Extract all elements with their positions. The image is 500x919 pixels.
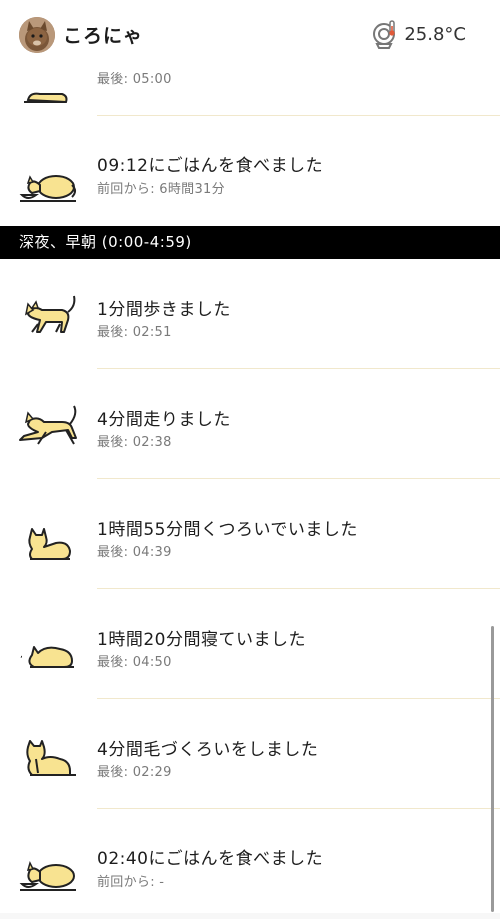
item-title: 4分間走りました — [97, 410, 231, 430]
list-item[interactable]: 4分間毛づくろいをしました 最後: 02:29 — [0, 699, 500, 809]
item-title: 1分間歩きました — [97, 300, 231, 320]
activity-screen: 最後: 05:00 09:12にごはんを食べました 前回から: 6時間31分 深… — [0, 0, 500, 919]
cat-eating-icon — [19, 860, 76, 891]
item-subtitle: 最後: 02:38 — [97, 435, 172, 450]
avatar-image — [19, 17, 55, 53]
cat-relaxing-icon — [28, 528, 71, 560]
cat-running-icon — [19, 405, 77, 445]
item-title: 4分間毛づくろいをしました — [97, 740, 319, 760]
item-subtitle: 最後: 02:51 — [97, 325, 172, 340]
item-title: 02:40にごはんを食べました — [97, 849, 324, 869]
temperature-display[interactable]: 25.8°C — [372, 18, 466, 50]
cat-avatar-icon[interactable] — [19, 17, 55, 53]
item-subtitle: 前回から: - — [97, 875, 165, 890]
temperature-value: 25.8°C — [404, 23, 466, 45]
list-item[interactable]: 4分間走りました 最後: 02:38 — [0, 369, 500, 479]
pet-name[interactable]: ころにゃ — [63, 21, 143, 48]
item-subtitle: 最後: 04:50 — [97, 655, 172, 670]
section-header: 深夜、早朝 (0:00-4:59) — [0, 226, 500, 259]
item-subtitle: 最後: 02:29 — [97, 765, 172, 780]
svg-text:,: , — [20, 650, 23, 660]
list-item[interactable]: 02:40にごはんを食べました 前回から: - — [0, 809, 500, 919]
item-title: 09:12にごはんを食べました — [97, 156, 324, 176]
item-subtitle: 最後: 04:39 — [97, 545, 172, 560]
item-title: 1時間20分間寝ていました — [97, 630, 306, 650]
cat-eating-icon — [19, 175, 76, 202]
cat-grooming-icon — [26, 740, 76, 776]
cat-walking-icon — [24, 295, 76, 333]
cat-sleeping-icon: , — [20, 646, 74, 668]
list-item[interactable]: 1時間55分間くつろいでいました 最後: 04:39 — [0, 479, 500, 589]
app-header: ころにゃ 25.8°C — [0, 0, 500, 72]
scrollbar[interactable] — [491, 626, 494, 912]
list-item[interactable]: , 1時間20分間寝ていました 最後: 04:50 — [0, 589, 500, 699]
item-title: 1時間55分間くつろいでいました — [97, 520, 358, 540]
toilet-thermometer-icon — [373, 20, 396, 49]
list-item[interactable]: 1分間歩きました 最後: 02:51 — [0, 259, 500, 369]
item-subtitle: 前回から: 6時間31分 — [97, 182, 225, 197]
list-item[interactable]: 09:12にごはんを食べました 前回から: 6時間31分 — [0, 116, 500, 226]
bottom-edge — [0, 913, 500, 919]
